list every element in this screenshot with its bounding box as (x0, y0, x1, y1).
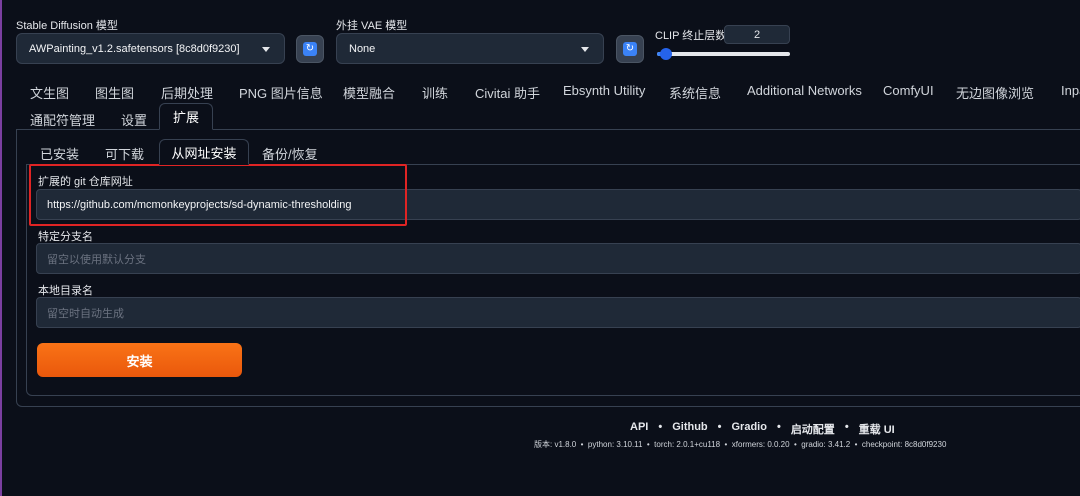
chevron-down-icon (262, 46, 270, 52)
subtab-backup-restore[interactable]: 备份/恢复 (262, 144, 318, 163)
tab-extensions[interactable]: 扩展 (159, 103, 213, 130)
subtab-install-from-url[interactable]: 从网址安装 (159, 139, 249, 165)
main-tabs-row1: 文生图 图生图 后期处理 PNG 图片信息 模型融合 训练 Civitai 助手… (30, 83, 1080, 101)
tab-png-info[interactable]: PNG 图片信息 (239, 83, 323, 102)
footer-version-info: 版本: v1.8.0 • python: 3.10.11 • torch: 2.… (534, 440, 947, 449)
footer-link-startup-profile[interactable]: 启动配置 (791, 421, 835, 437)
clip-slider-track (657, 52, 790, 56)
tab-civitai-helper[interactable]: Civitai 助手 (475, 83, 540, 102)
install-button-label: 安装 (126, 353, 153, 369)
vae-value: None (349, 42, 376, 55)
tab-comfyui[interactable]: ComfyUI (883, 83, 934, 98)
subtab-installed[interactable]: 已安装 (40, 144, 79, 163)
refresh-icon: ↻ (303, 42, 317, 56)
footer-separator: • (844, 421, 849, 433)
sd-model-value: AWPainting_v1.2.safetensors [8c8d0f9230] (29, 42, 240, 55)
footer-separator: • (717, 421, 722, 433)
vae-refresh-button[interactable]: ↻ (616, 35, 644, 63)
branch-input[interactable]: 留空以使用默认分支 (36, 243, 1080, 274)
tab-infinite-image-browsing[interactable]: 无边图像浏览 (956, 83, 1034, 102)
tab-ebsynth-utility[interactable]: Ebsynth Utility (563, 83, 645, 98)
clip-value: 2 (753, 28, 761, 41)
subtab-available[interactable]: 可下载 (105, 144, 144, 163)
tab-extensions-label: 扩展 (172, 110, 199, 125)
tab-wildcards[interactable]: 通配符管理 (30, 110, 95, 129)
sd-model-select[interactable]: AWPainting_v1.2.safetensors [8c8d0f9230] (16, 33, 285, 64)
footer-link-github[interactable]: Github (672, 421, 707, 437)
tab-img2img[interactable]: 图生图 (95, 83, 134, 102)
tab-model-merge[interactable]: 模型融合 (343, 83, 395, 102)
branch-label: 特定分支名 (38, 231, 93, 243)
sd-model-label: Stable Diffusion 模型 (16, 20, 118, 32)
clip-label: CLIP 终止层数 (655, 30, 727, 42)
clip-slider-handle[interactable] (660, 48, 672, 60)
tab-settings[interactable]: 设置 (121, 110, 147, 129)
footer-link-api[interactable]: API (630, 421, 648, 437)
clip-value-input[interactable]: 2 (724, 25, 790, 44)
branch-placeholder: 留空以使用默认分支 (47, 253, 146, 266)
tab-inpaint[interactable]: Inpa (1061, 83, 1080, 98)
tab-txt2img[interactable]: 文生图 (30, 83, 69, 102)
footer-separator: • (776, 421, 781, 433)
tab-additional-networks[interactable]: Additional Networks (747, 83, 862, 98)
footer-separator: • (658, 421, 663, 433)
refresh-icon: ↻ (623, 42, 637, 56)
sd-model-refresh-button[interactable]: ↻ (296, 35, 324, 63)
footer-link-reload-ui[interactable]: 重载 UI (859, 421, 895, 437)
footer-links: API • Github • Gradio • 启动配置 • 重载 UI (630, 421, 895, 437)
tab-train[interactable]: 训练 (422, 83, 448, 102)
vae-select[interactable]: None (336, 33, 604, 64)
tab-extras[interactable]: 后期处理 (161, 83, 213, 102)
dir-label: 本地目录名 (38, 285, 93, 297)
subtab-install-from-url-label: 从网址安装 (171, 145, 237, 161)
vae-label: 外挂 VAE 模型 (336, 20, 408, 32)
tab-system-info[interactable]: 系统信息 (669, 83, 721, 102)
clip-slider[interactable] (657, 48, 790, 60)
chevron-down-icon (581, 46, 589, 52)
dir-placeholder: 留空时自动生成 (47, 307, 124, 320)
highlight-box (29, 164, 407, 226)
footer-link-gradio[interactable]: Gradio (732, 421, 767, 437)
dir-input[interactable]: 留空时自动生成 (36, 297, 1080, 328)
install-button[interactable]: 安装 (37, 343, 242, 377)
